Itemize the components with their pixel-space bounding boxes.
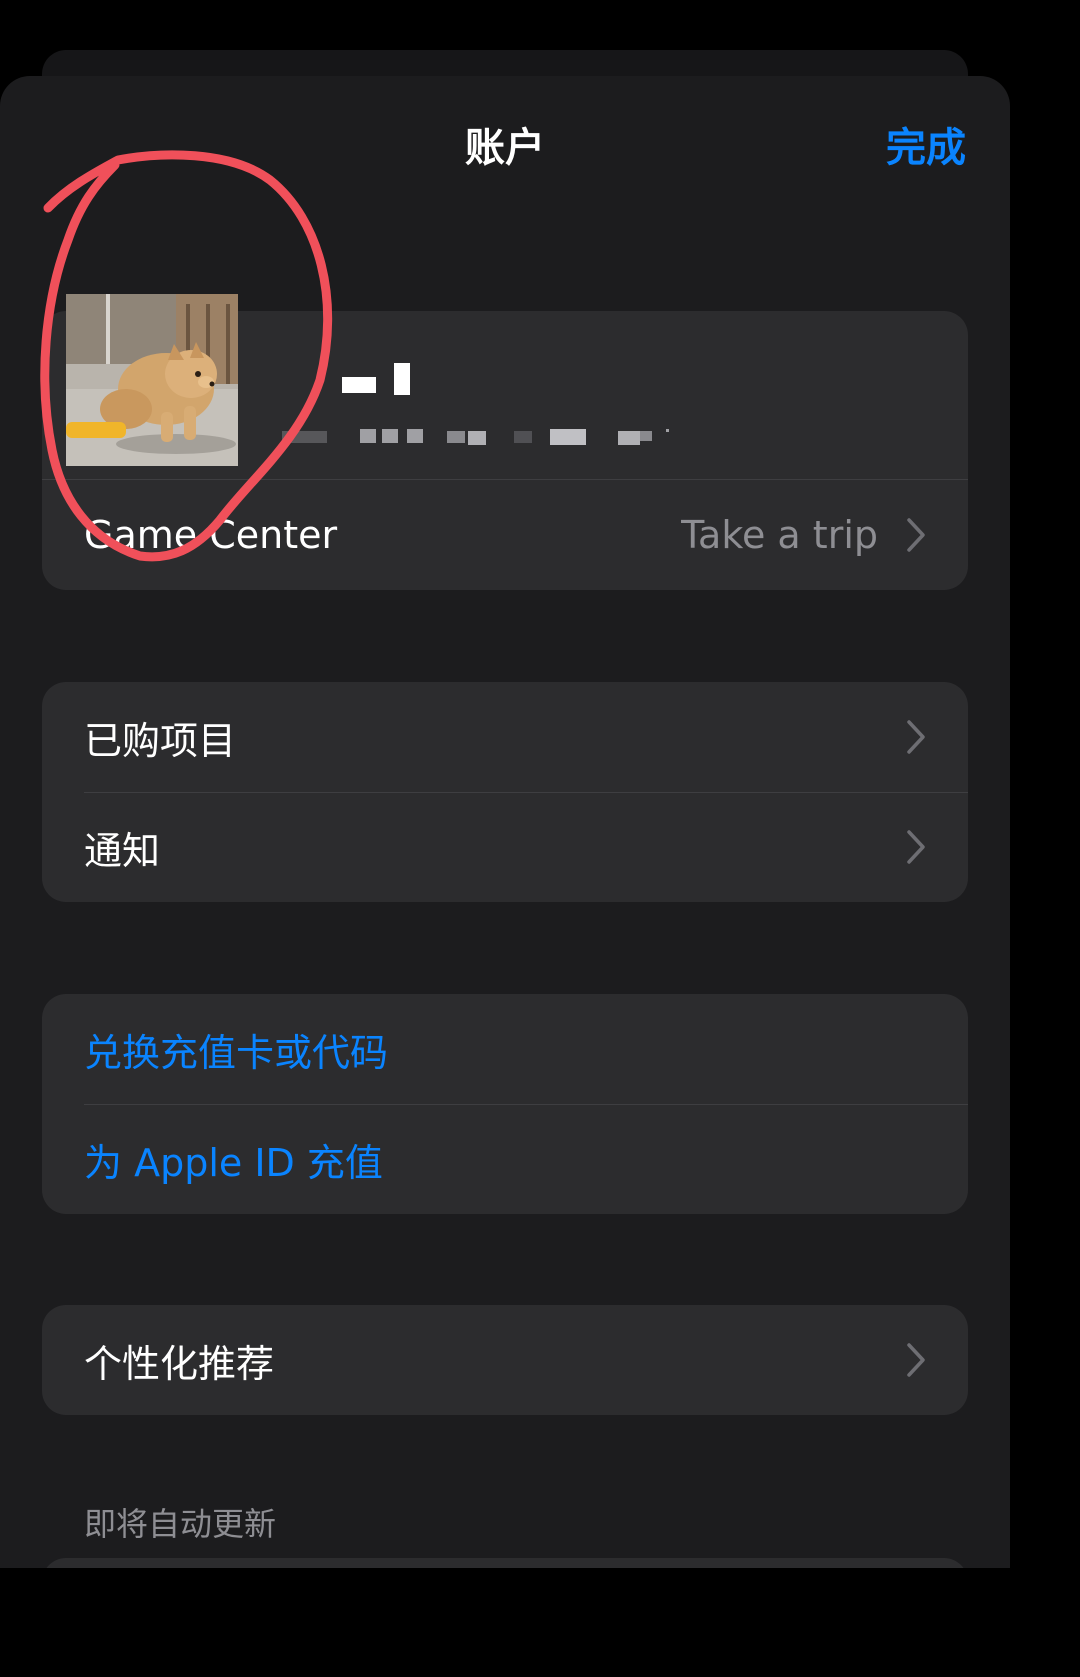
chevron-right-icon [907, 830, 925, 864]
updates-card [42, 1558, 968, 1568]
add-funds-link[interactable]: 为 Apple ID 充值 [42, 1104, 968, 1214]
redacted-name-part [394, 363, 410, 395]
section-header-auto-updates: 即将自动更新 [84, 1505, 277, 1543]
chevron-right-icon [907, 1343, 925, 1377]
game-center-label: Game Center [84, 513, 338, 557]
chevron-right-icon [907, 518, 925, 552]
purchased-items-label: 已购项目 [84, 718, 237, 763]
recommendations-group: 个性化推荐 [42, 1305, 968, 1415]
dog-photo-avatar [66, 294, 238, 466]
notifications-row[interactable]: 通知 [42, 792, 968, 902]
redeem-gift-card-label: 兑换充值卡或代码 [84, 1030, 389, 1075]
app-screen: 账户 完成 Game Center Take a trip 已购项目 通知 兑换… [0, 0, 1010, 1568]
redacted-email [282, 429, 669, 445]
game-center-value: Take a trip [681, 513, 878, 557]
personalized-recommendations-label: 个性化推荐 [84, 1341, 275, 1386]
notifications-label: 通知 [84, 828, 161, 873]
add-funds-label: 为 Apple ID 充值 [84, 1140, 383, 1185]
chevron-right-icon [907, 720, 925, 754]
page-title: 账户 [465, 125, 545, 171]
purchases-group: 已购项目 通知 [42, 682, 968, 902]
redeem-gift-card-link[interactable]: 兑换充值卡或代码 [42, 994, 968, 1104]
personalized-recommendations-row[interactable]: 个性化推荐 [42, 1305, 968, 1415]
purchased-items-row[interactable]: 已购项目 [42, 682, 968, 792]
redacted-name [342, 377, 376, 393]
funds-group: 兑换充值卡或代码 为 Apple ID 充值 [42, 994, 968, 1214]
avatar[interactable] [66, 294, 238, 466]
done-button[interactable]: 完成 [886, 120, 966, 176]
game-center-row[interactable]: Game Center Take a trip [42, 480, 968, 590]
